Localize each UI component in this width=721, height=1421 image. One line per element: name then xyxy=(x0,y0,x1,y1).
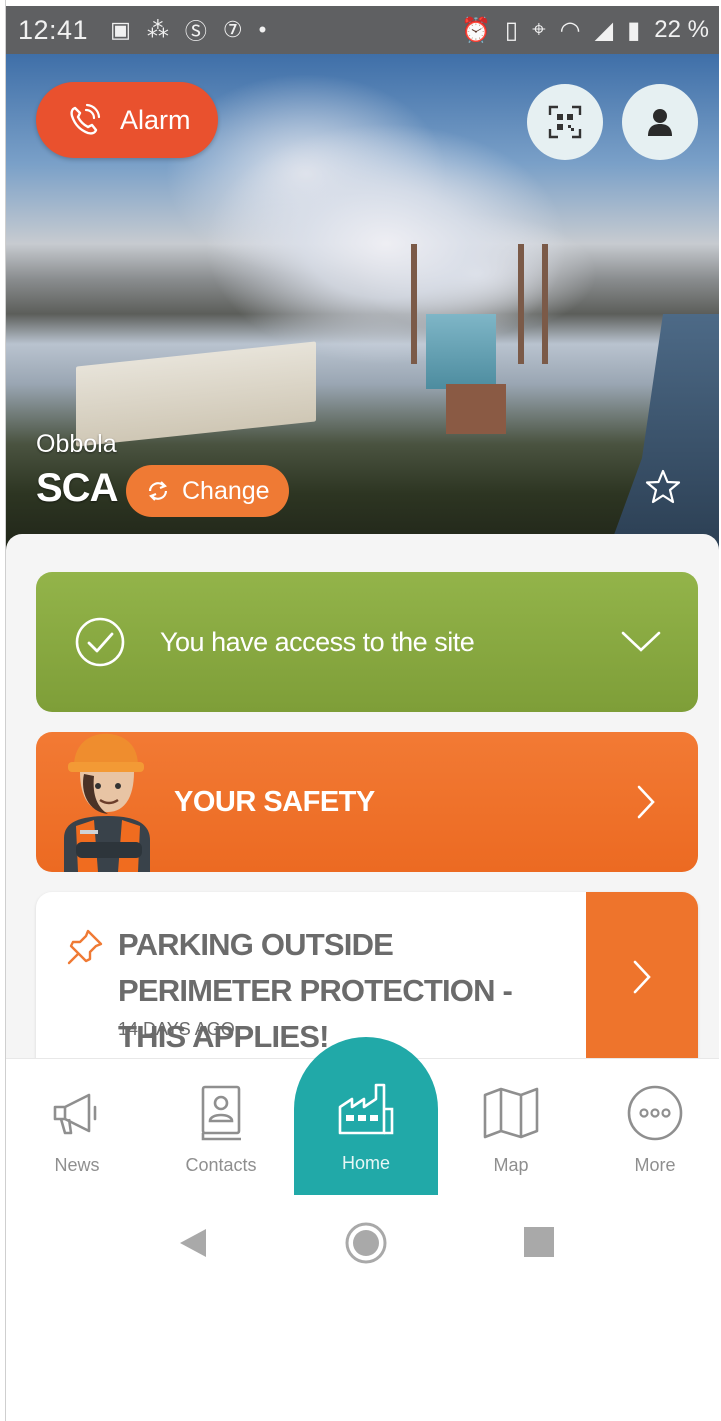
chevron-right-icon xyxy=(637,785,655,819)
map-icon xyxy=(483,1087,539,1139)
hero-chimney xyxy=(542,244,548,364)
user-icon xyxy=(648,109,672,136)
change-site-button[interactable]: Change xyxy=(126,465,289,517)
tab-contacts[interactable]: Contacts xyxy=(150,1059,292,1195)
hero-chimney xyxy=(518,244,524,364)
megaphone-icon xyxy=(53,1093,97,1135)
your-safety-label: YOUR SAFETY xyxy=(174,785,375,818)
recent-apps-icon[interactable] xyxy=(524,1227,554,1257)
status-time: 12:41 xyxy=(18,14,89,45)
system-nav-bar xyxy=(6,1195,719,1290)
change-label: Change xyxy=(182,476,270,505)
status-system-icons: ⏰ ▯ ⌖ ◠ ◢ ▮ 22 % xyxy=(461,16,709,45)
your-safety-card[interactable]: YOUR SAFETY xyxy=(36,732,698,872)
factory-icon xyxy=(338,1083,394,1135)
contact-book-icon xyxy=(201,1085,241,1141)
tab-home[interactable]: Home xyxy=(294,1037,438,1195)
grid-icon: ⁂ xyxy=(146,17,169,42)
check-circle-icon xyxy=(75,617,125,667)
qr-scan-button[interactable] xyxy=(527,84,603,160)
tab-news-label: News xyxy=(54,1155,100,1175)
tab-map[interactable]: Map xyxy=(440,1059,582,1195)
vibrate-icon: ▯ xyxy=(504,16,519,44)
status-notification-icons: ▣ ⁂ Ⓢ ⑦ • xyxy=(110,14,266,46)
safety-worker-illustration xyxy=(64,733,150,872)
chevron-right-icon xyxy=(633,960,651,994)
qr-scan-icon xyxy=(548,105,582,139)
alarm-button[interactable]: Alarm xyxy=(36,82,218,158)
home-content: You have access to the site YOUR SAFETY … xyxy=(6,534,719,1058)
site-access-card[interactable]: You have access to the site xyxy=(36,572,698,712)
hero-water xyxy=(607,314,719,554)
hero-building xyxy=(446,384,506,434)
signal-icon: ◢ xyxy=(594,16,614,44)
phone-ring-icon xyxy=(70,103,101,135)
hero-building xyxy=(426,314,496,389)
tab-contacts-label: Contacts xyxy=(185,1155,257,1175)
home-circle-icon[interactable] xyxy=(344,1221,388,1265)
wifi-icon: ◠ xyxy=(559,16,581,44)
access-status-label: You have access to the site xyxy=(160,626,475,657)
tab-more-label: More xyxy=(634,1155,676,1175)
tab-more[interactable]: More xyxy=(584,1059,721,1195)
news-open-button[interactable] xyxy=(586,892,698,1058)
news-date: 14 DAYS AGO xyxy=(118,1019,235,1039)
badge-7-icon: ⑦ xyxy=(222,17,243,42)
pinned-news-card[interactable]: PARKING OUTSIDE PERIMETER PROTECTION - T… xyxy=(36,892,698,1058)
battery-icon: ▮ xyxy=(627,16,641,44)
back-icon[interactable] xyxy=(178,1227,208,1259)
bottom-tab-bar: News Contacts Home Map More xyxy=(6,1037,721,1196)
profile-button[interactable] xyxy=(622,84,698,160)
alarm-clock-icon: ⏰ xyxy=(461,16,491,44)
location-icon: ⌖ xyxy=(532,16,546,43)
site-hero-image: Alarm Obbola SCA Change xyxy=(6,54,719,554)
s-icon: Ⓢ xyxy=(184,19,207,44)
tab-map-label: Map xyxy=(493,1155,529,1175)
tab-news[interactable]: News xyxy=(6,1059,148,1195)
favorite-star-icon[interactable] xyxy=(644,468,682,506)
tab-home-label: Home xyxy=(341,1153,390,1173)
chevron-down-icon xyxy=(621,631,661,652)
news-icon: ▣ xyxy=(110,17,131,42)
site-name: Obbola xyxy=(36,430,117,458)
company-name: SCA xyxy=(36,466,118,510)
status-bar: 12:41 ▣ ⁂ Ⓢ ⑦ • ⏰ ▯ ⌖ ◠ ◢ ▮ 22 % xyxy=(6,6,719,54)
status-dot: • xyxy=(258,17,267,42)
refresh-icon xyxy=(148,481,168,501)
alarm-label: Alarm xyxy=(120,104,191,135)
pin-icon xyxy=(67,929,103,965)
hero-chimney xyxy=(411,244,417,364)
more-icon xyxy=(627,1085,683,1141)
battery-percent: 22 % xyxy=(654,16,709,43)
